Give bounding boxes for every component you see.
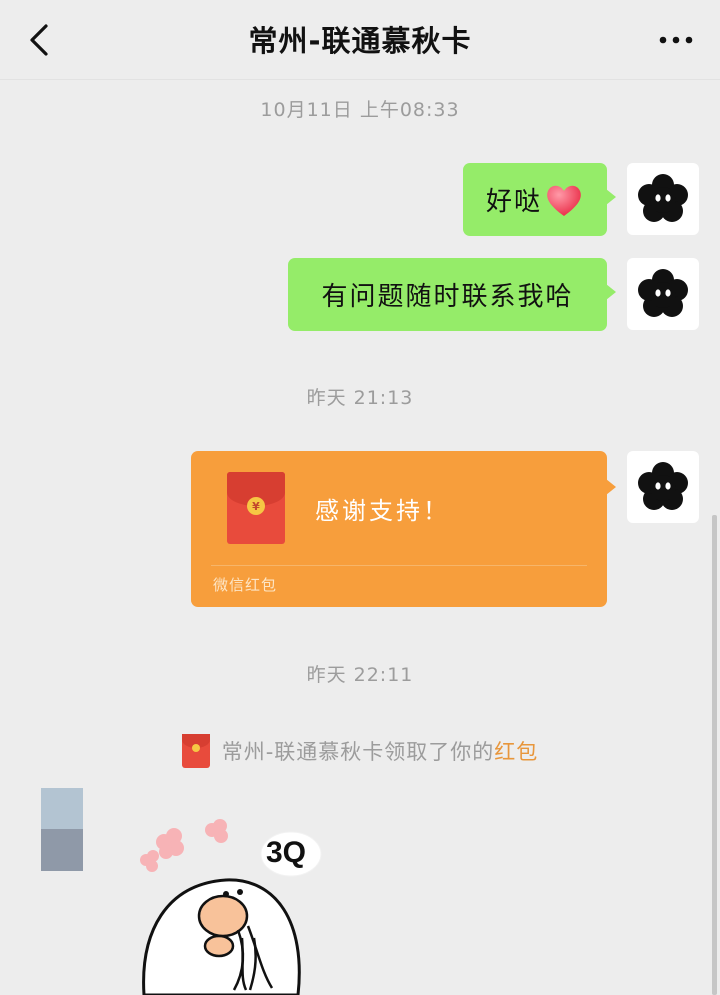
contact-avatar[interactable] [41, 788, 83, 871]
my-avatar[interactable] [627, 451, 699, 523]
timestamp: 昨天 22:11 [306, 664, 414, 686]
my-avatar[interactable] [627, 258, 699, 330]
flower-avatar-icon [638, 269, 688, 317]
notice-text: 常州-联通慕秋卡领取了你的 [221, 740, 495, 764]
divider [211, 565, 587, 566]
red-packet-label: 微信红包 [213, 576, 278, 594]
message-text: 有问题随时联系我哈 [321, 282, 574, 312]
coin-icon: ¥ [247, 497, 265, 515]
timestamp: 10月11日 上午08:33 [260, 99, 460, 121]
more-button[interactable] [656, 26, 696, 54]
red-packet-icon [181, 734, 210, 768]
chat-header: 常州-联通慕秋卡 [0, 0, 720, 80]
my-avatar[interactable] [627, 163, 699, 235]
sticker-message[interactable]: 3Q [126, 812, 336, 995]
message-bubble[interactable]: 有问题随时联系我哈 [288, 258, 616, 331]
message-text: 好哒 [485, 187, 542, 217]
red-packet-claimed-notice: 常州-联通慕秋卡领取了你的红包 [0, 733, 720, 769]
sticker-caption: 3Q [266, 836, 307, 869]
scrollbar[interactable] [712, 515, 717, 995]
red-packet-link[interactable]: 红包 [494, 740, 538, 764]
chat-title: 常州-联通慕秋卡 [248, 24, 472, 58]
timestamp: 昨天 21:13 [306, 387, 414, 409]
red-packet-message[interactable]: ¥ 感谢支持！ 微信红包 [191, 451, 616, 607]
red-packet-icon: ¥ [227, 472, 285, 544]
heart-emoji-icon [547, 185, 581, 216]
flower-avatar-icon [638, 462, 688, 510]
more-dots-icon [659, 36, 693, 44]
message-bubble[interactable]: 好哒 [463, 163, 616, 236]
flower-avatar-icon [638, 174, 688, 222]
red-packet-greeting: 感谢支持！ [315, 497, 450, 525]
